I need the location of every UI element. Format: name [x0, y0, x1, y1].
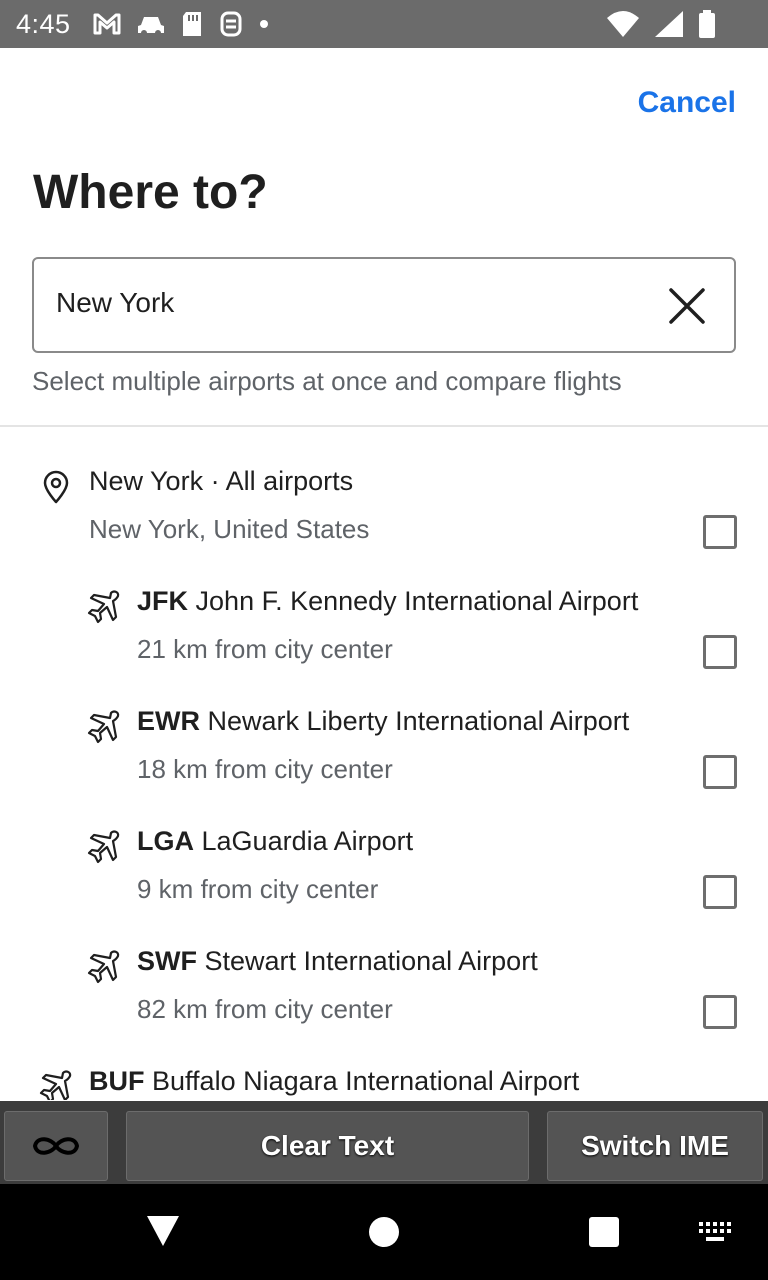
- switch-ime-button[interactable]: Switch IME: [547, 1111, 763, 1181]
- airport-code: LGA: [137, 826, 194, 856]
- list-item-jfk[interactable]: JFK John F. Kennedy International Airpor…: [0, 577, 768, 697]
- list-item-title: New York · All airports: [89, 466, 353, 497]
- checkbox[interactable]: [703, 875, 737, 909]
- airplane-icon: [87, 830, 120, 864]
- status-notification-icons: [92, 10, 270, 38]
- car-icon: [138, 17, 164, 36]
- recents-icon[interactable]: [588, 1216, 620, 1248]
- list-item-swf[interactable]: SWF Stewart International Airport 82 km …: [0, 937, 768, 1057]
- home-icon[interactable]: [368, 1216, 400, 1248]
- checkbox[interactable]: [703, 515, 737, 549]
- airport-name: Buffalo Niagara International Airport: [152, 1066, 580, 1096]
- airport-name: Stewart International Airport: [204, 946, 538, 976]
- keyboard-icon[interactable]: [698, 1221, 732, 1243]
- list-item-title: BUF Buffalo Niagara International Airpor…: [89, 1066, 579, 1097]
- list-item-title: EWR Newark Liberty International Airport: [137, 706, 629, 737]
- airplane-icon: [87, 590, 120, 624]
- list-item-lga[interactable]: LGA LaGuardia Airport 9 km from city cen…: [0, 817, 768, 937]
- airplane-icon: [87, 950, 120, 984]
- wifi-icon: [607, 11, 639, 37]
- infinity-icon: [32, 1137, 80, 1155]
- airport-code: SWF: [137, 946, 197, 976]
- airport-result-list[interactable]: New York · All airports New York, United…: [0, 427, 768, 1100]
- status-system-icons: [606, 10, 716, 38]
- status-time: 4:45: [16, 9, 71, 39]
- checkbox[interactable]: [703, 635, 737, 669]
- airport-name: Newark Liberty International Airport: [207, 706, 630, 736]
- location-pin-icon: [43, 470, 69, 504]
- list-item-title: SWF Stewart International Airport: [137, 946, 538, 977]
- list-item-title: JFK John F. Kennedy International Airpor…: [137, 586, 638, 617]
- list-item-ewr[interactable]: EWR Newark Liberty International Airport…: [0, 697, 768, 817]
- sd-card-icon: [183, 12, 201, 36]
- navigation-bar: [0, 1184, 768, 1280]
- list-item-subtitle: 9 km from city center: [137, 874, 379, 904]
- gmail-icon: [93, 13, 121, 35]
- airport-name: LaGuardia Airport: [201, 826, 414, 856]
- list-item-subtitle: New York, United States: [89, 514, 370, 544]
- infinity-button[interactable]: [4, 1111, 108, 1181]
- ime-toolbar: Clear Text Switch IME: [0, 1101, 768, 1184]
- list-item-city[interactable]: New York · All airports New York, United…: [0, 457, 768, 577]
- checkbox[interactable]: [703, 995, 737, 1029]
- battery-icon: [699, 10, 715, 38]
- list-item-subtitle: 21 km from city center: [137, 634, 393, 664]
- cancel-button[interactable]: Cancel: [638, 86, 736, 120]
- airport-code: EWR: [137, 706, 200, 736]
- status-bar: 4:45: [0, 0, 768, 48]
- airport-code: JFK: [137, 586, 189, 616]
- helper-text: Select multiple airports at once and com…: [32, 366, 622, 396]
- list-item-subtitle: 82 km from city center: [137, 994, 393, 1024]
- list-item-subtitle: 18 km from city center: [137, 754, 393, 784]
- airplane-icon: [87, 710, 120, 744]
- sync-icon: [220, 11, 242, 37]
- list-item-title: LGA LaGuardia Airport: [137, 826, 413, 857]
- checkbox[interactable]: [703, 755, 737, 789]
- search-box[interactable]: New York: [32, 257, 736, 353]
- airplane-icon: [39, 1070, 72, 1100]
- dot-icon: [260, 20, 268, 28]
- airport-code: BUF: [89, 1066, 145, 1096]
- clear-text-button[interactable]: Clear Text: [126, 1111, 529, 1181]
- signal-icon: [655, 11, 683, 37]
- airport-name: John F. Kennedy International Airport: [195, 586, 639, 616]
- list-item-name: New York · All airports: [89, 466, 354, 496]
- page-title: Where to?: [33, 166, 268, 219]
- search-input[interactable]: New York: [56, 287, 174, 319]
- back-icon[interactable]: [146, 1215, 180, 1247]
- list-item-buf[interactable]: BUF Buffalo Niagara International Airpor…: [0, 1057, 768, 1100]
- close-icon[interactable]: [668, 287, 706, 325]
